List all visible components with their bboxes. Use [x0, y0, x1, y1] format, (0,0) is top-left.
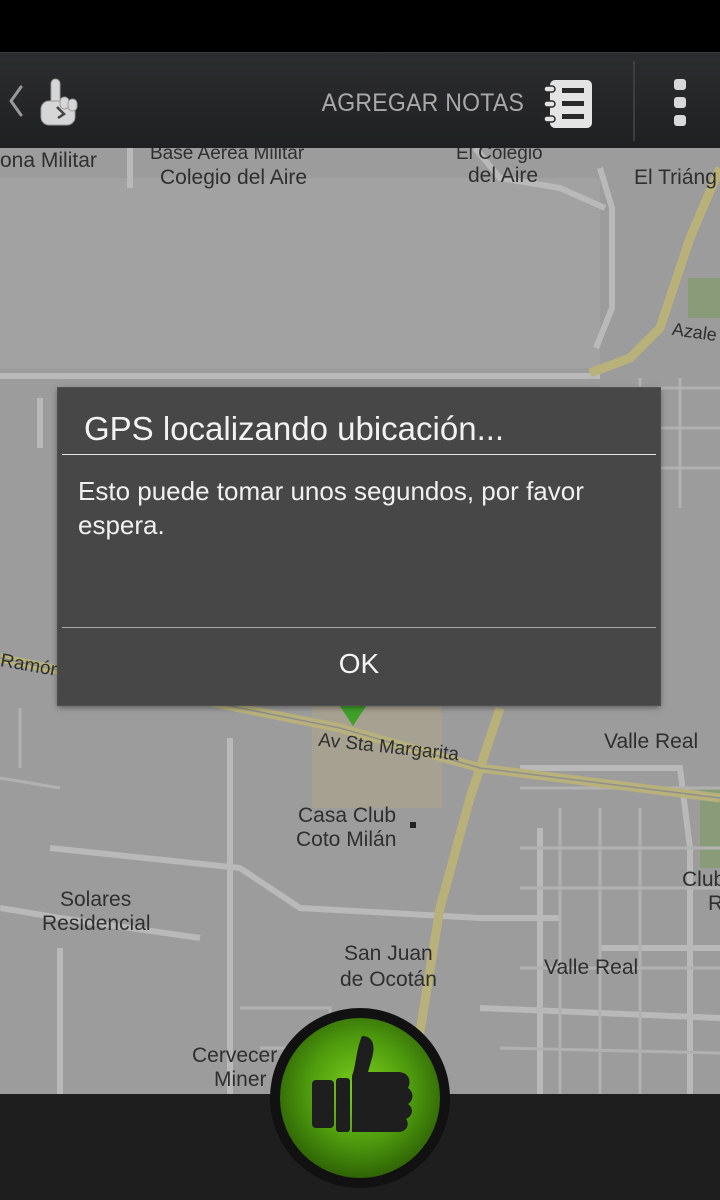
dialog-title: GPS localizando ubicación...	[84, 410, 505, 447]
add-notes-label[interactable]: AGREGAR NOTAS	[321, 89, 524, 118]
screen: AGREGAR NOTAS ona Militar Base Aérea Mil…	[0, 0, 720, 1200]
dialog-title-divider	[62, 454, 656, 455]
action-bar: AGREGAR NOTAS	[0, 52, 720, 148]
notes-list-icon[interactable]	[540, 77, 596, 131]
back-chevron-icon[interactable]	[6, 83, 26, 119]
status-bar	[0, 0, 720, 52]
thumbs-up-button[interactable]	[268, 1006, 452, 1190]
pointing-hand-app-icon[interactable]	[36, 77, 82, 129]
gps-dialog: GPS localizando ubicación... Esto puede …	[58, 388, 660, 705]
dialog-message: Esto puede tomar unos segundos, por favo…	[78, 476, 584, 540]
action-bar-divider	[633, 61, 635, 141]
overflow-menu-icon[interactable]	[664, 77, 696, 129]
ok-button[interactable]: OK	[62, 628, 656, 700]
